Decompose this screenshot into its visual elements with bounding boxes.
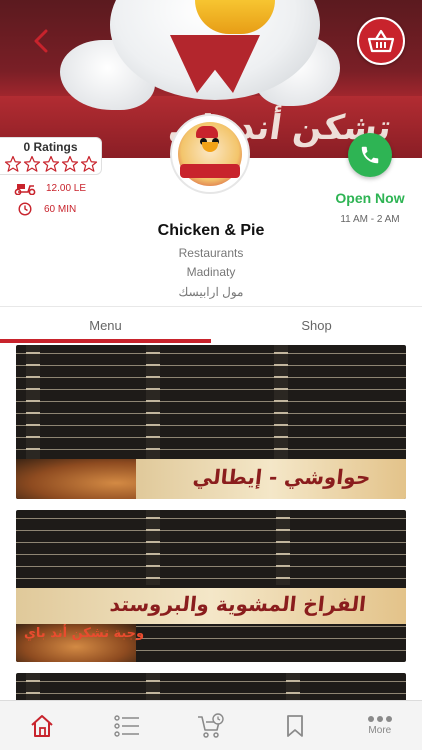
menu-image[interactable]: الفراخ المشوية والبروستد وجبة تشكن أند ب…: [16, 510, 406, 662]
basket-button[interactable]: [357, 17, 405, 65]
delivery-fee: 12.00 LE: [46, 182, 87, 194]
promo-text: وجبة تشكن أند باي: [24, 626, 145, 641]
delivery-time-row: 60 MIN: [18, 202, 76, 216]
tab-shop[interactable]: Shop: [211, 307, 422, 347]
star-icon: [61, 155, 78, 172]
restaurant-name: Chicken & Pie: [157, 222, 265, 239]
nav-more[interactable]: More: [338, 701, 422, 750]
call-button[interactable]: [348, 133, 392, 177]
list-icon: [113, 714, 139, 737]
ratings-count: 0 Ratings: [23, 140, 78, 154]
restaurant-logo: [170, 114, 250, 194]
more-icon: [367, 716, 392, 722]
menu-banner-text: الفراخ المشوية والبروستد: [108, 592, 368, 616]
nav-list[interactable]: [84, 701, 168, 750]
delivery-fee-row: 12.00 LE: [14, 181, 86, 195]
restaurant-category: Restaurants: [178, 246, 244, 260]
delivery-time: 60 MIN: [44, 203, 77, 215]
delivery-scooter-icon: [14, 184, 36, 195]
menu-image[interactable]: حواوشي - إيطالي: [16, 345, 406, 499]
cart-clock-icon: [198, 712, 224, 738]
back-button[interactable]: [26, 24, 56, 58]
star-icon: [42, 155, 59, 172]
menu-image[interactable]: [16, 673, 406, 700]
basket-icon: [367, 29, 395, 53]
nav-bookmarks[interactable]: [253, 701, 337, 750]
chevron-left-icon: [34, 29, 48, 53]
open-status: Open Now: [335, 190, 405, 206]
menu-banner-text: حواوشي - إيطالي: [191, 465, 372, 489]
bottom-nav: More: [0, 700, 422, 750]
nav-home[interactable]: [0, 701, 84, 750]
bookmark-icon: [287, 714, 304, 737]
star-rating[interactable]: [0, 155, 101, 173]
menu-images[interactable]: حواوشي - إيطالي الفراخ المشوية والبروستد…: [0, 343, 422, 700]
phone-icon: [361, 146, 379, 164]
clock-icon: [18, 202, 32, 216]
home-icon: [31, 714, 53, 737]
star-icon: [4, 155, 21, 172]
ratings-card[interactable]: 0 Ratings: [0, 137, 102, 175]
star-icon: [80, 155, 97, 172]
star-icon: [23, 155, 40, 172]
restaurant-area: Madinaty: [186, 265, 236, 279]
restaurant-location: مول ارابيسك: [178, 285, 244, 299]
nav-orders[interactable]: [169, 701, 253, 750]
nav-more-label: More: [368, 725, 392, 736]
